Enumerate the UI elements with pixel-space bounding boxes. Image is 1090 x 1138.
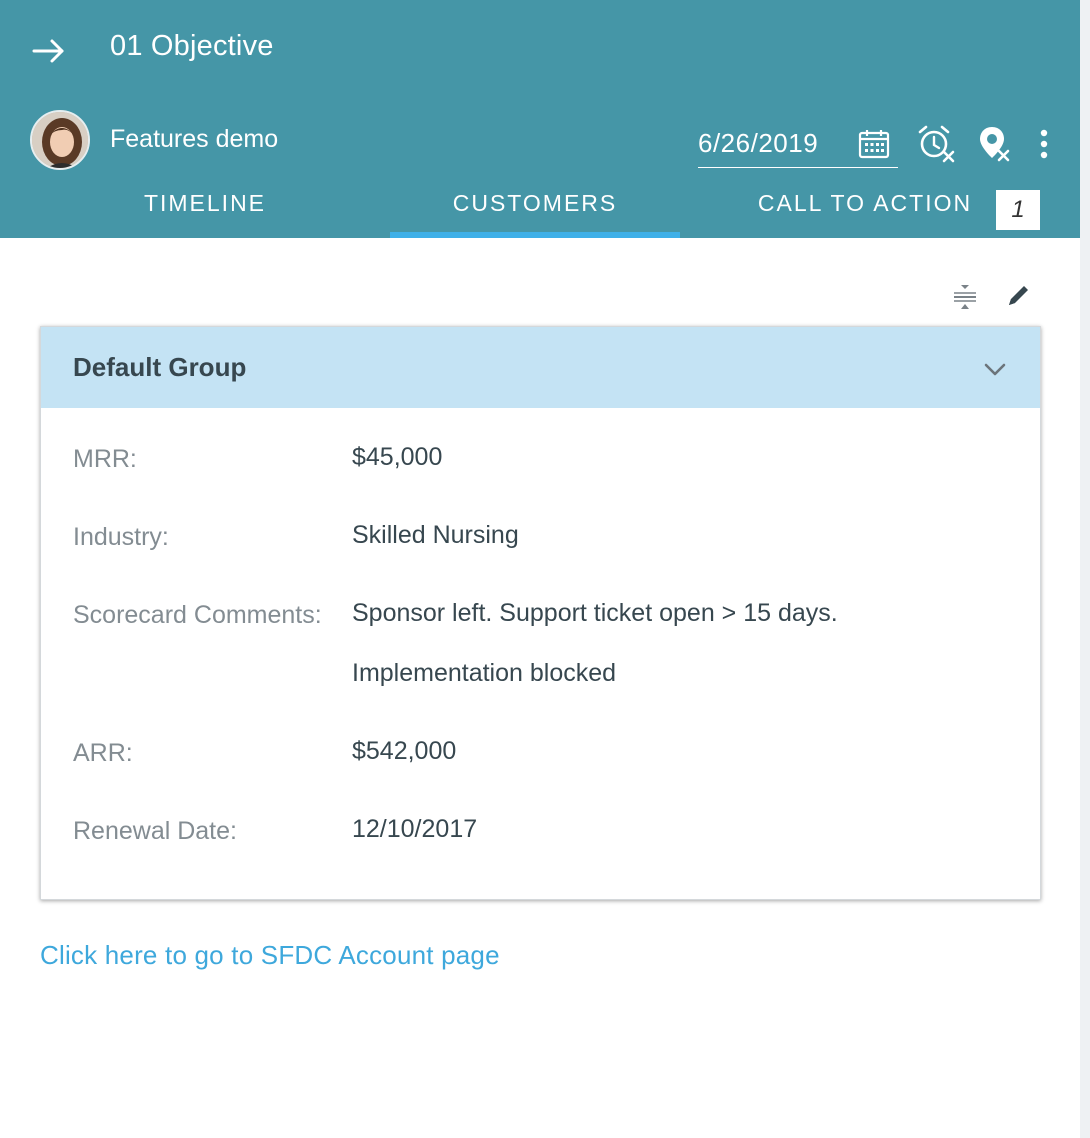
page-title: 01 Objective (110, 30, 274, 62)
avatar-image (32, 112, 88, 168)
date-value[interactable]: 6/26/2019 (698, 128, 818, 159)
collapse-icon[interactable] (951, 283, 979, 311)
chevron-down-icon[interactable] (981, 357, 1009, 381)
field-label-arr: ARR: (73, 739, 133, 767)
tab-customers[interactable]: CUSTOMERS (390, 190, 680, 238)
field-value-arr: $542,000 (352, 737, 457, 765)
field-value-scorecard-comments: Sponsor left. Support ticket open > 15 d… (352, 599, 838, 627)
field-label-industry: Industry: (73, 523, 169, 551)
edit-pencil-icon[interactable] (1004, 282, 1032, 310)
active-tab-indicator (390, 232, 680, 238)
date-field[interactable]: 6/26/2019 (698, 124, 898, 168)
snooze-icon[interactable] (916, 124, 956, 164)
field-value-industry: Skilled Nursing (352, 521, 519, 549)
field-value-renewal-date: 12/10/2017 (352, 815, 478, 843)
calendar-icon[interactable] (857, 128, 891, 160)
sfdc-account-link[interactable]: Click here to go to SFDC Account page (40, 940, 500, 971)
cta-header: 01 Objective Features demo 6/26/2019 TIM… (0, 0, 1080, 238)
field-value-scorecard-comments-line2: Implementation blocked (352, 659, 617, 687)
cta-count-badge: 1 (996, 190, 1040, 230)
tab-call-to-action[interactable]: CALL TO ACTION (740, 190, 990, 238)
location-icon[interactable] (977, 124, 1011, 164)
field-label-renewal-date: Renewal Date: (73, 817, 237, 845)
right-edge-strip (1080, 0, 1090, 1138)
arrow-right-icon[interactable] (30, 34, 68, 68)
account-name[interactable]: Features demo (110, 125, 278, 154)
field-label-mrr: MRR: (73, 445, 137, 473)
field-label-scorecard-comments: Scorecard Comments: (73, 601, 322, 629)
tab-timeline[interactable]: TIMELINE (60, 190, 350, 238)
card-title: Default Group (73, 352, 247, 382)
more-vertical-icon[interactable] (1032, 128, 1056, 162)
card-header[interactable]: Default Group (41, 327, 1040, 408)
default-group-card: Default Group MRR: $45,000 Industry: Ski… (40, 326, 1041, 900)
avatar (30, 110, 90, 170)
field-value-mrr: $45,000 (352, 443, 443, 471)
